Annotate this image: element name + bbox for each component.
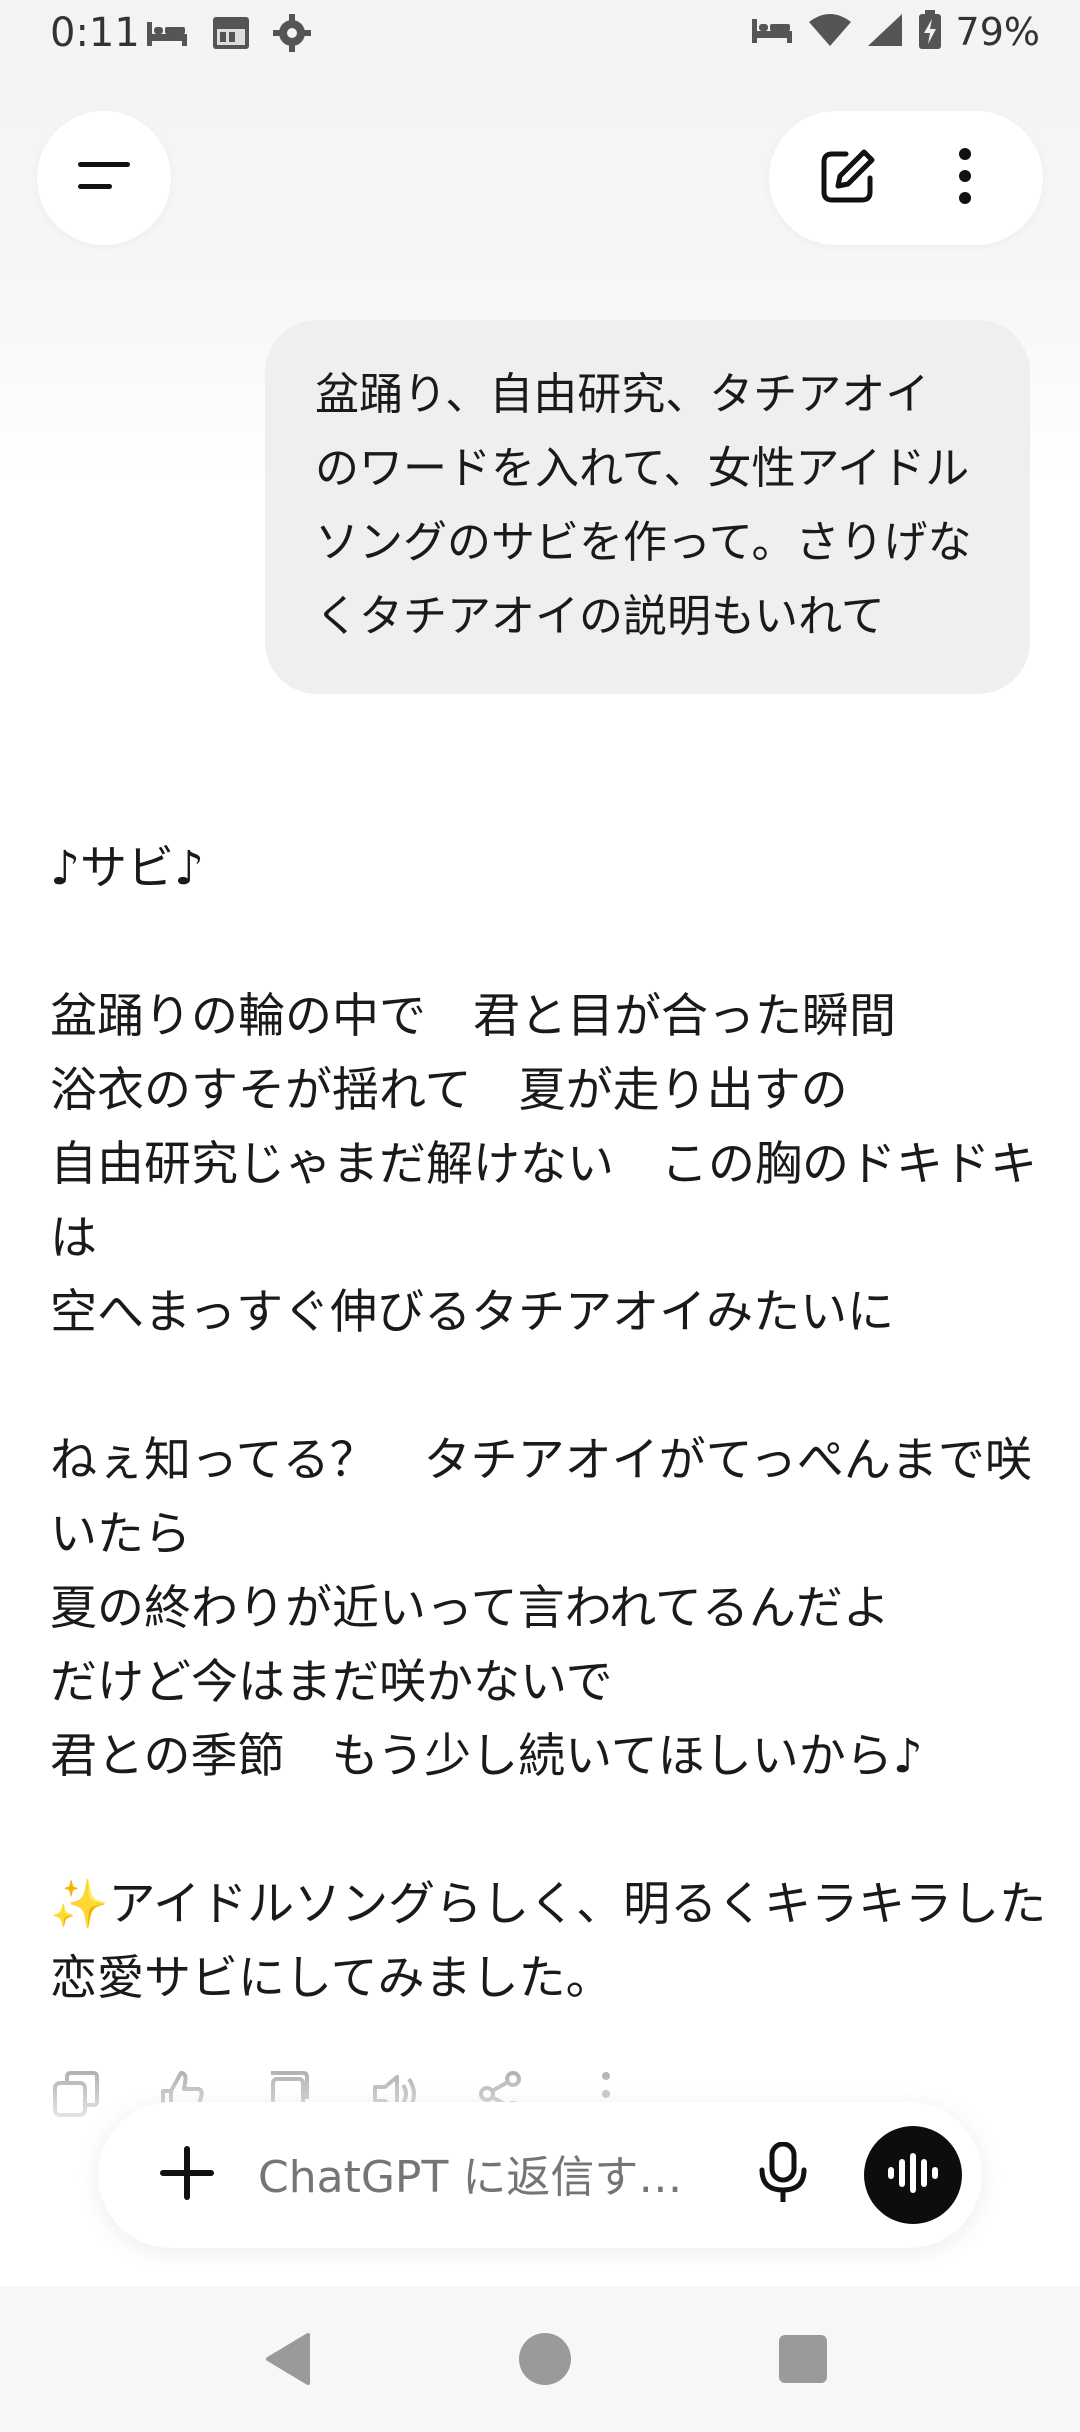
back-icon xyxy=(260,2331,316,2391)
voice-mode-icon xyxy=(886,2151,940,2199)
assistant-paragraph: ねぇ知ってる？ タチアオイがてっぺんまで咲いたら 夏の終わりが近いって言われてる… xyxy=(50,1433,1032,1784)
menu-icon xyxy=(74,156,134,200)
status-time: 0:11 xyxy=(50,10,140,56)
navigation-bar xyxy=(0,2286,1080,2432)
attach-button[interactable] xyxy=(142,2130,232,2220)
dictate-button[interactable] xyxy=(738,2130,828,2220)
plus-icon xyxy=(158,2144,216,2206)
wifi-icon xyxy=(808,12,852,52)
chat-screen: 0:11 79% 盆踊り、自由研究、タチアオイ のワードを入れて、女性アイドルソ… xyxy=(0,0,1080,2432)
recents-icon xyxy=(777,2333,829,2389)
home-icon xyxy=(517,2331,573,2391)
mic-icon xyxy=(758,2141,808,2208)
bed-icon xyxy=(145,18,189,52)
message-input[interactable] xyxy=(256,2136,700,2218)
nav-home-button[interactable] xyxy=(500,2316,590,2406)
user-message-bubble: 盆踊り、自由研究、タチアオイ のワードを入れて、女性アイドルソングのサビを作って… xyxy=(265,320,1030,694)
top-actions xyxy=(769,111,1043,245)
voice-mode-button[interactable] xyxy=(864,2126,962,2224)
assistant-message: ♪サビ♪ 盆踊りの輪の中で 君と目が合った瞬間 浴衣のすそが揺れて 夏が走り出す… xyxy=(50,832,1050,2090)
assistant-paragraph: ✨アイドルソングらしく、明るくキラキラした恋愛サビにしてみました。 xyxy=(50,1877,1047,2006)
bed-icon xyxy=(750,15,794,49)
signal-icon xyxy=(866,12,904,52)
assistant-paragraph: 盆踊りの輪の中で 君と目が合った瞬間 浴衣のすそが揺れて 夏が走り出すの 自由研… xyxy=(50,989,1037,1340)
new-chat-button[interactable] xyxy=(803,133,893,223)
nav-back-button[interactable] xyxy=(243,2316,333,2406)
status-bar: 0:11 79% xyxy=(0,0,1080,72)
nav-recents-button[interactable] xyxy=(758,2316,848,2406)
edit-icon xyxy=(818,146,878,210)
calendar-widget-icon xyxy=(211,15,251,55)
battery-charging-icon xyxy=(918,10,942,54)
menu-button[interactable] xyxy=(37,111,171,245)
composer xyxy=(98,2102,982,2248)
more-options-button[interactable] xyxy=(920,133,1010,223)
battery-percent: 79% xyxy=(955,10,1040,54)
assistant-paragraph: ♪サビ♪ xyxy=(50,841,204,896)
more-vertical-icon xyxy=(955,146,975,210)
gear-icon xyxy=(273,14,311,56)
